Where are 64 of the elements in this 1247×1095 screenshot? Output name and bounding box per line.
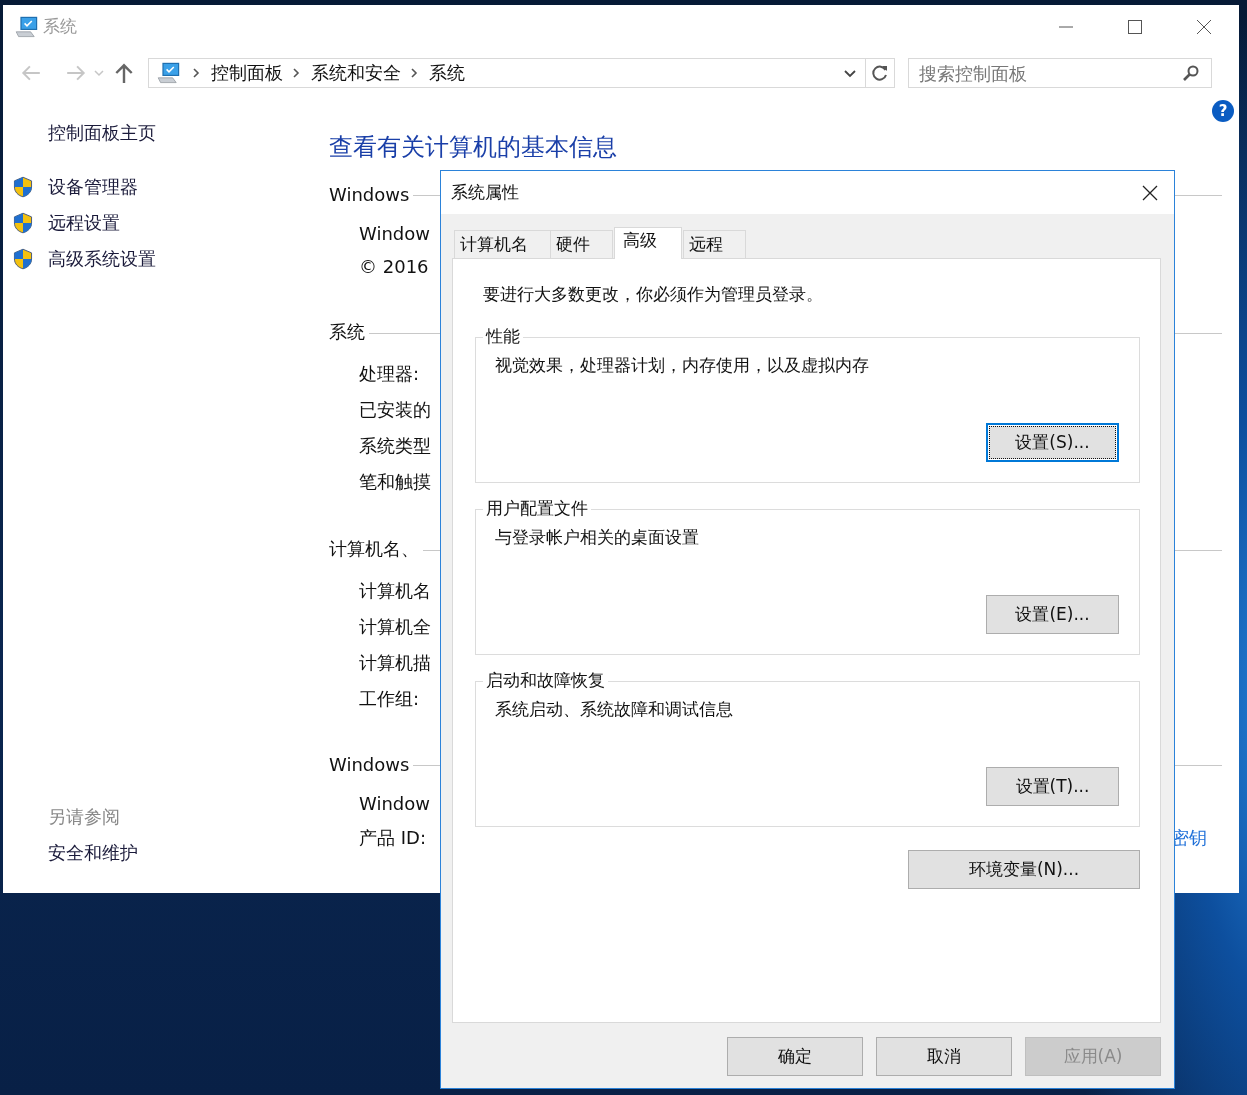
notice-text: 要进行大多数更改，你必须作为管理员登录。 [483, 283, 824, 306]
dialog-button[interactable]: 取消 [876, 1037, 1012, 1076]
tab[interactable]: 远程 [683, 230, 746, 258]
page-heading: 查看有关计算机的基本信息 [329, 132, 618, 163]
info-label: 处理器: [359, 362, 420, 386]
info-label: 系统类型 [359, 434, 431, 458]
breadcrumb-item[interactable]: 系统和安全 [311, 61, 401, 85]
chevron-right-icon [191, 67, 201, 79]
dialog-button[interactable]: 确定 [727, 1037, 863, 1076]
sidebar-link[interactable]: 安全和维护 [12, 841, 329, 865]
chevron-down-icon[interactable] [843, 67, 857, 79]
info-label: Window [359, 793, 430, 814]
info-label: 计算机描 [359, 651, 431, 675]
shield-icon [12, 176, 34, 198]
window-title: 系统 [43, 15, 77, 38]
group-title: 用户配置文件 [483, 497, 591, 520]
settings-button[interactable]: 设置(S)... [986, 423, 1119, 462]
refresh-icon [871, 64, 889, 82]
tab[interactable]: 高级 [614, 227, 682, 259]
group-description: 与登录帐户相关的桌面设置 [495, 526, 700, 549]
section-heading: Windows [329, 754, 410, 775]
section-heading: 系统 [329, 320, 365, 344]
section-heading: Windows [329, 184, 410, 205]
search-field[interactable]: 搜索控制面板 [908, 58, 1212, 88]
chevron-right-icon [291, 67, 301, 79]
settings-button[interactable]: 设置(T)... [986, 767, 1119, 806]
maximize-icon[interactable] [1127, 18, 1143, 35]
close-icon[interactable] [1142, 184, 1158, 201]
sidebar-link[interactable]: 远程设置 [48, 211, 120, 235]
breadcrumb-item[interactable]: 控制面板 [211, 61, 283, 85]
info-label: © 2016 [359, 256, 429, 277]
up-arrow-icon[interactable] [113, 62, 135, 84]
sidebar-link[interactable]: 控制面板主页 [12, 121, 329, 145]
chevron-right-icon [409, 67, 419, 79]
tab[interactable]: 硬件 [550, 230, 613, 258]
address-bar[interactable]: 控制面板 系统和安全 系统 [148, 58, 866, 88]
group-title: 启动和故障恢复 [483, 669, 608, 692]
settings-button[interactable]: 设置(E)... [986, 595, 1119, 634]
info-label: 计算机全 [359, 615, 431, 639]
dialog-title: 系统属性 [451, 181, 519, 204]
computer-icon [15, 14, 39, 39]
group-description: 系统启动、系统故障和调试信息 [495, 698, 734, 721]
section-heading: 另请参阅 [47, 805, 121, 829]
help-button[interactable]: ? [1212, 100, 1234, 122]
sidebar-link[interactable]: 设备管理器 [48, 175, 138, 199]
group-description: 视觉效果，处理器计划，内存使用，以及虚拟内存 [495, 354, 870, 377]
environment-variables-button[interactable]: 环境变量(N)... [908, 850, 1140, 889]
info-label: 工作组: [359, 687, 420, 711]
info-label: Window [359, 223, 430, 244]
group-title: 性能 [483, 325, 523, 348]
breadcrumb-item[interactable]: 系统 [429, 61, 465, 85]
section-heading: 计算机名、 [329, 537, 419, 561]
info-label: 已安装的 [359, 398, 431, 422]
shield-icon [12, 212, 34, 234]
tab[interactable]: 计算机名 [454, 230, 551, 258]
shield-icon [12, 248, 34, 270]
info-label: 计算机名 [359, 579, 431, 603]
info-label: 产品 ID: [359, 826, 426, 850]
computer-icon [157, 61, 181, 85]
sidebar-link[interactable]: 高级系统设置 [48, 247, 156, 271]
close-icon[interactable] [1196, 18, 1212, 35]
search-icon [1182, 64, 1200, 82]
info-label: 笔和触摸 [359, 470, 431, 494]
refresh-button[interactable] [866, 58, 895, 88]
